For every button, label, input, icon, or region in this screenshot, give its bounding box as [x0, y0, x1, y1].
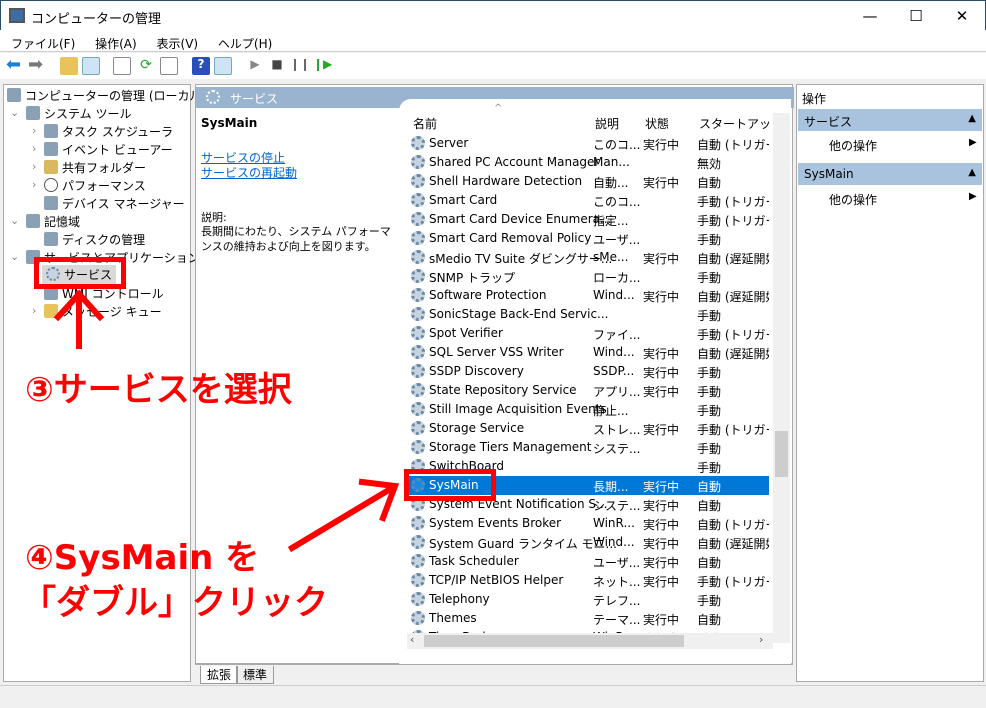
arrow-to-sysmain: [287, 478, 400, 553]
annotation-step4-line1: ④SysMain を: [25, 538, 260, 578]
arrow-up-to-services: [53, 289, 105, 349]
annotation-step4-line2: 「ダブル」クリック: [22, 583, 328, 623]
annotation-step3: ③サービスを選択: [25, 370, 292, 410]
